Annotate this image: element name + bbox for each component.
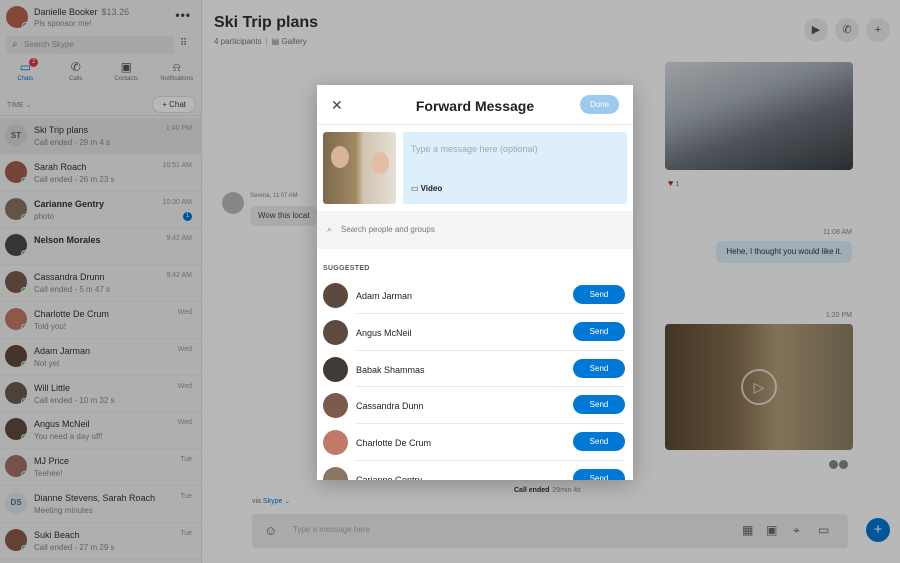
suggested-heading: SUGGESTED bbox=[323, 265, 370, 272]
contact-name: Angus McNeil bbox=[356, 327, 412, 338]
avatar bbox=[323, 430, 348, 456]
avatar bbox=[323, 283, 348, 308]
contact-row: Cassandra Dunn Send bbox=[317, 387, 633, 425]
contact-name: Adam Jarman bbox=[356, 291, 413, 301]
people-search-input[interactable]: ⌕ Search people and groups bbox=[317, 211, 633, 249]
video-thumbnail bbox=[323, 132, 396, 204]
avatar bbox=[323, 393, 348, 419]
message-placeholder: Type a message here (optional) bbox=[411, 144, 538, 154]
people-search-placeholder: Search people and groups bbox=[341, 225, 435, 234]
suggested-contacts: Adam Jarman Send Angus McNeil Send Babak Sha… bbox=[317, 277, 633, 480]
avatar bbox=[323, 319, 348, 345]
send-button[interactable]: Send bbox=[573, 432, 625, 452]
contact-name: Carianne Gentry bbox=[356, 474, 423, 480]
contact-row: Babak Shammas Send bbox=[317, 351, 633, 388]
contact-name: Babak Shammas bbox=[356, 364, 425, 375]
face bbox=[371, 152, 389, 174]
send-button[interactable]: Send bbox=[573, 285, 625, 304]
avatar bbox=[323, 356, 348, 382]
contact-row: Charlotte De Crum Send bbox=[317, 424, 633, 461]
send-button[interactable]: Send bbox=[573, 468, 625, 480]
forward-message-input[interactable]: Type a message here (optional) ▭ Video bbox=[403, 132, 627, 204]
search-icon: ⌕ bbox=[327, 224, 333, 234]
forward-message-dialog: ✕ Forward Message Done Type a message he… bbox=[317, 85, 633, 480]
avatar bbox=[323, 466, 348, 480]
contact-row: Angus McNeil Send bbox=[317, 314, 633, 351]
send-button[interactable]: Send bbox=[573, 395, 625, 415]
send-button[interactable]: Send bbox=[573, 321, 625, 341]
face bbox=[331, 146, 349, 168]
contact-row: Carianne Gentry Send bbox=[317, 461, 633, 480]
contact-name: Cassandra Dunn bbox=[356, 401, 424, 412]
video-icon: ▭ bbox=[411, 184, 419, 193]
attachment-label: Video bbox=[420, 184, 443, 193]
divider bbox=[317, 124, 633, 125]
done-button[interactable]: Done bbox=[580, 95, 619, 114]
contact-row: Adam Jarman Send bbox=[317, 277, 633, 314]
contact-name: Charlotte De Crum bbox=[356, 438, 432, 449]
send-button[interactable]: Send bbox=[573, 358, 625, 378]
